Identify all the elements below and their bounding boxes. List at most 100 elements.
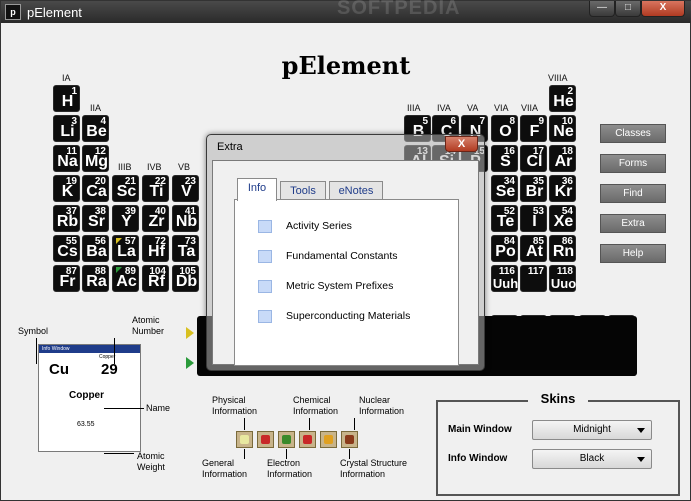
tab-enotes[interactable]: eNotes — [329, 181, 383, 200]
element-symbol: Nb — [175, 213, 198, 230]
softpedia-watermark: SOFTPEDIA — [337, 0, 461, 19]
element-cell-12[interactable]: 12 Mg — [82, 145, 109, 172]
find-button[interactable]: Find — [600, 184, 666, 203]
element-cell-41[interactable]: 41 Nb — [172, 205, 199, 232]
legend-line — [36, 338, 37, 364]
element-cell-39[interactable]: 39 Y — [112, 205, 139, 232]
element-cell-23[interactable]: 23 V — [172, 175, 199, 202]
element-cell-73[interactable]: 73 Ta — [172, 235, 199, 262]
element-cell-87[interactable]: 87 Fr — [53, 265, 80, 292]
element-cell-18[interactable]: 18 Ar — [549, 145, 576, 172]
fundamental-constants-label[interactable]: Fundamental Constants — [286, 250, 397, 262]
info-window-skin-select[interactable]: Black — [532, 449, 652, 469]
element-cell-54[interactable]: 54 Xe — [549, 205, 576, 232]
element-cell-37[interactable]: 37 Rb — [53, 205, 80, 232]
preview-element-name: Copper — [69, 390, 104, 401]
element-cell-34[interactable]: 34 Se — [491, 175, 518, 202]
element-cell-84[interactable]: 84 Po — [491, 235, 518, 262]
element-symbol: Ba — [86, 243, 107, 260]
element-cell-105[interactable]: 105 Db — [172, 265, 199, 292]
fundamental-constants-checkbox[interactable] — [258, 250, 272, 263]
element-cell-16[interactable]: 16 S — [491, 145, 518, 172]
close-button[interactable]: X — [641, 1, 685, 17]
element-cell-19[interactable]: 19 K — [53, 175, 80, 202]
element-cell-22[interactable]: 22 Ti — [142, 175, 169, 202]
metric-prefixes-checkbox[interactable] — [258, 280, 272, 293]
element-cell-36[interactable]: 36 Kr — [549, 175, 576, 202]
element-cell-53[interactable]: 53 I — [520, 205, 547, 232]
tab-info[interactable]: Info — [237, 178, 277, 201]
element-symbol: S — [500, 153, 511, 170]
group-label-vb: VB — [178, 162, 191, 172]
element-cell-2[interactable]: 2 He — [549, 85, 576, 112]
page-title: pElement — [281, 51, 411, 80]
element-cell-3[interactable]: 3 Li — [53, 115, 80, 142]
info-window-skin-label: Info Window — [448, 453, 508, 464]
superconducting-materials-label[interactable]: Superconducting Materials — [286, 310, 410, 322]
element-symbol: Uuh — [492, 276, 519, 291]
electron-info-icon[interactable] — [278, 431, 295, 448]
element-cell-56[interactable]: 56 Ba — [82, 235, 109, 262]
element-cell-1[interactable]: 1H — [53, 85, 80, 112]
element-symbol: Zr — [148, 213, 165, 230]
pelement-app-icon: p — [5, 4, 21, 20]
activity-series-label[interactable]: Activity Series — [286, 220, 352, 232]
element-cell-104[interactable]: 104 Rf — [142, 265, 169, 292]
nuclear-info-icon[interactable] — [320, 431, 337, 448]
preview-title-bar: Info Window — [39, 345, 140, 353]
element-cell-20[interactable]: 20 Ca — [82, 175, 109, 202]
maximize-button[interactable]: □ — [615, 1, 641, 17]
chemical-info-icon[interactable] — [299, 431, 316, 448]
legend-chemical: Chemical Information — [293, 395, 339, 416]
element-cell-116[interactable]: 116 Uuh — [491, 265, 518, 292]
element-symbol: Kr — [554, 183, 573, 200]
element-symbol: Mg — [84, 153, 109, 170]
title-bar[interactable]: p pElement SOFTPEDIA — □ X — [1, 0, 691, 23]
minimize-button[interactable]: — — [589, 1, 615, 17]
element-cell-40[interactable]: 40 Zr — [142, 205, 169, 232]
element-cell-11[interactable]: 11 Na — [53, 145, 80, 172]
crystal-info-icon[interactable] — [341, 431, 358, 448]
element-cell-85[interactable]: 85 At — [520, 235, 547, 262]
element-cell-4[interactable]: 4 Be — [82, 115, 109, 142]
legend-physical: Physical Information — [212, 395, 258, 416]
element-cell-10[interactable]: 10 Ne — [549, 115, 576, 142]
element-cell-86[interactable]: 86 Rn — [549, 235, 576, 262]
tab-tools[interactable]: Tools — [280, 181, 326, 200]
group-label-viia: VIIA — [521, 103, 539, 113]
element-symbol: Ti — [149, 183, 164, 200]
element-cell-72[interactable]: 72 Hf — [142, 235, 169, 262]
element-cell-38[interactable]: 38 Sr — [82, 205, 109, 232]
help-button[interactable]: Help — [600, 244, 666, 263]
classes-button[interactable]: Classes — [600, 124, 666, 143]
forms-button[interactable]: Forms — [600, 154, 666, 173]
element-symbol: Cl — [526, 153, 543, 170]
element-cell-52[interactable]: 52 Te — [491, 205, 518, 232]
skins-title: Skins — [528, 391, 588, 406]
element-cell-88[interactable]: 88 Ra — [82, 265, 109, 292]
element-cell-8[interactable]: 8O — [491, 115, 518, 142]
element-cell-21[interactable]: 21 Sc — [112, 175, 139, 202]
superconducting-materials-checkbox[interactable] — [258, 310, 272, 323]
element-symbol: Fr — [59, 273, 76, 290]
element-symbol: Cs — [57, 243, 78, 260]
element-symbol: H — [61, 93, 74, 110]
element-cell-118[interactable]: 118 Uuo — [549, 265, 576, 292]
element-cell-9[interactable]: 9F — [520, 115, 547, 142]
element-symbol: At — [526, 243, 543, 260]
element-cell-117[interactable]: 117 — [520, 265, 547, 292]
metric-prefixes-label[interactable]: Metric System Prefixes — [286, 280, 393, 292]
extra-button[interactable]: Extra — [600, 214, 666, 233]
physical-info-icon[interactable] — [257, 431, 274, 448]
general-info-icon[interactable] — [236, 431, 253, 448]
main-window-skin-select[interactable]: Midnight — [532, 420, 652, 440]
legend-atomic-number: Atomic Number — [132, 315, 165, 336]
extra-dialog-close-button[interactable]: X — [445, 136, 478, 152]
activity-series-checkbox[interactable] — [258, 220, 272, 233]
element-symbol: Ac — [116, 273, 137, 290]
element-cell-17[interactable]: 17 Cl — [520, 145, 547, 172]
element-symbol: O — [499, 123, 512, 140]
app-window: p pElement SOFTPEDIA — □ X pElement IA I… — [0, 0, 691, 501]
element-cell-35[interactable]: 35 Br — [520, 175, 547, 202]
element-cell-55[interactable]: 55 Cs — [53, 235, 80, 262]
